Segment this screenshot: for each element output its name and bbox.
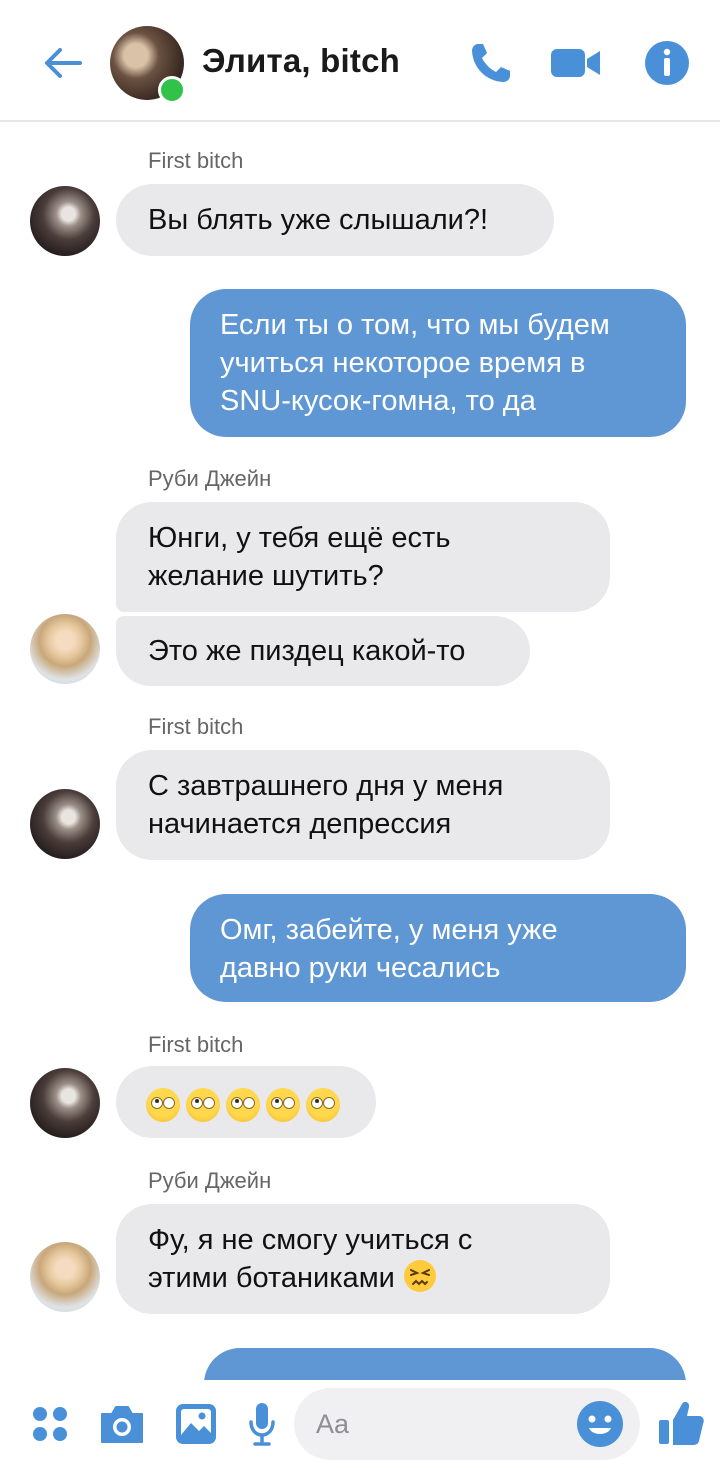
message-bubble[interactable]: Это же пиздец какой-то xyxy=(116,616,530,686)
message-bubble[interactable]: Юнги, у тебя ещё есть желание шутить? xyxy=(116,502,610,612)
face-with-rolling-eyes-icon xyxy=(306,1088,340,1123)
gallery-icon[interactable] xyxy=(174,1402,218,1446)
confounded-face-icon xyxy=(403,1260,436,1292)
message-bubble[interactable]: С завтрашнего дня у меня начинается депр… xyxy=(116,750,610,860)
camera-icon[interactable] xyxy=(98,1402,146,1446)
sender-name: Руби Джейн xyxy=(148,466,272,491)
sender-name: First bitch xyxy=(148,1032,244,1057)
avatar-first-bitch[interactable] xyxy=(30,789,100,859)
info-icon[interactable] xyxy=(644,40,690,86)
phone-icon[interactable] xyxy=(466,38,516,88)
message-bubble[interactable] xyxy=(116,1066,376,1138)
message-text: давно руки чесались xyxy=(220,952,501,984)
conversation-title[interactable]: Элита, bitch xyxy=(202,42,400,80)
message-text: Если ты о том, что мы будем xyxy=(220,309,610,341)
message-text: С завтрашнего дня у меня xyxy=(148,770,504,802)
message-bubble-outgoing-partial[interactable] xyxy=(204,1348,686,1380)
message-text: Юнги, у тебя ещё есть xyxy=(148,522,451,554)
sender-name: First bitch xyxy=(148,714,244,739)
face-with-rolling-eyes-icon xyxy=(226,1088,260,1123)
message-text: начинается депрессия xyxy=(148,808,452,840)
thumbs-up-icon[interactable] xyxy=(656,1398,706,1448)
video-camera-icon[interactable] xyxy=(548,38,604,88)
message-text: SNU-кусок-гомна, то да xyxy=(220,385,536,417)
message-text: Фу, я не смогу учиться с xyxy=(148,1224,473,1256)
face-with-rolling-eyes-icon xyxy=(146,1088,180,1123)
avatar-first-bitch[interactable] xyxy=(30,186,100,256)
message-text: Вы блять уже слышали?! xyxy=(148,204,488,236)
online-status-dot xyxy=(158,76,186,104)
message-bubble-outgoing[interactable]: Омг, забейте, у меня уже давно руки чеса… xyxy=(190,894,686,1002)
apps-icon[interactable] xyxy=(30,1404,70,1444)
message-bubble[interactable]: Вы блять уже слышали?! xyxy=(116,184,554,256)
message-composer: Aa xyxy=(0,1380,720,1468)
message-text: желание шутить? xyxy=(148,560,384,592)
face-with-rolling-eyes-icon xyxy=(266,1088,300,1123)
sender-name: Руби Джейн xyxy=(148,1168,272,1193)
message-list[interactable]: First bitch Вы блять уже слышали?! Если … xyxy=(0,122,720,1380)
message-input-placeholder: Aa xyxy=(316,1409,350,1439)
message-text: Омг, забейте, у меня уже xyxy=(220,914,558,946)
message-text: этими ботаниками xyxy=(148,1262,395,1294)
message-bubble-outgoing[interactable]: Если ты о том, что мы будем учиться неко… xyxy=(190,289,686,437)
message-bubble[interactable]: Фу, я не смогу учиться с этими ботаникам… xyxy=(116,1204,610,1314)
avatar-ruby-jane[interactable] xyxy=(30,1242,100,1312)
face-with-rolling-eyes-icon xyxy=(186,1088,220,1123)
back-arrow-icon[interactable] xyxy=(38,38,88,88)
avatar-ruby-jane[interactable] xyxy=(30,614,100,684)
message-text: Это же пиздец какой-то xyxy=(148,635,466,667)
chat-header: Элита, bitch xyxy=(0,0,720,122)
message-text: учиться некоторое время в xyxy=(220,347,586,379)
emoji-icon[interactable] xyxy=(576,1400,624,1448)
microphone-icon[interactable] xyxy=(246,1400,278,1448)
avatar-first-bitch[interactable] xyxy=(30,1068,100,1138)
sender-name: First bitch xyxy=(148,148,244,173)
message-input[interactable]: Aa xyxy=(294,1388,640,1460)
